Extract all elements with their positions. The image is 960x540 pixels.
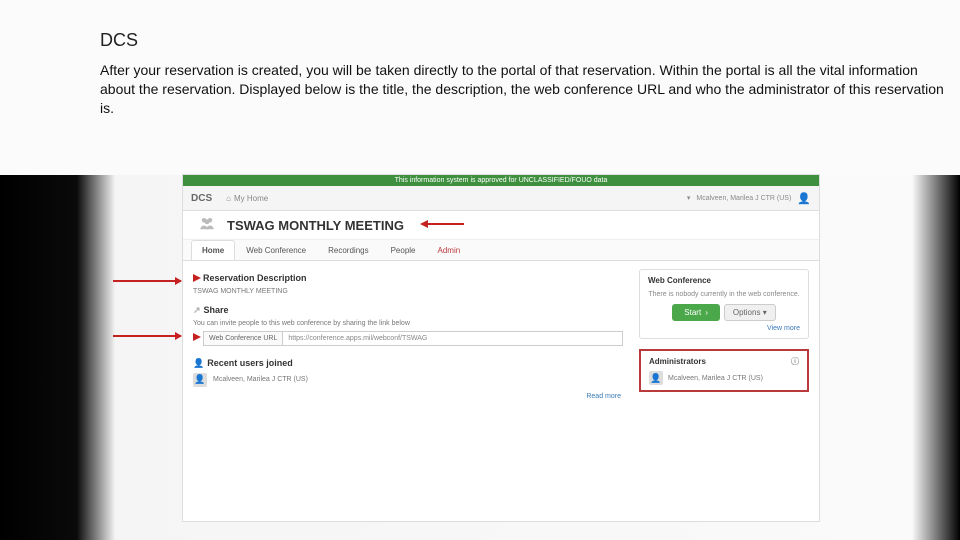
brand-logo[interactable]: DCS — [191, 193, 212, 204]
share-title: ↗Share — [193, 305, 623, 316]
meeting-title: TSWAG MONTHLY MEETING — [227, 218, 404, 233]
options-button[interactable]: Options ▾ — [724, 304, 776, 321]
recent-user-name: Mcalveen, Marilea J CTR (US) — [213, 376, 308, 383]
web-conference-card: Web Conference There is nobody currently… — [639, 269, 809, 339]
url-row: Web Conference URL https://conference.ap… — [193, 331, 623, 346]
classification-banner: This information system is approved for … — [183, 175, 819, 186]
url-label: Web Conference URL — [203, 331, 282, 346]
recent-user-row: 👤 Mcalveen, Marilea J CTR (US) — [193, 373, 623, 387]
user-menu[interactable]: ▾ Mcalveen, Marilea J CTR (US) 👤 — [687, 192, 811, 205]
user-icon: 👤 — [797, 192, 811, 205]
side-column: Web Conference There is nobody currently… — [639, 269, 809, 400]
reservation-desc-title: Reservation Description — [193, 273, 623, 284]
info-icon[interactable]: ⓘ — [791, 356, 799, 367]
annotation-arrow-inline — [193, 333, 201, 343]
home-icon: ⌂ — [226, 194, 231, 203]
current-user-name: Mcalveen, Marilea J CTR (US) — [696, 195, 791, 202]
share-desc: You can invite people to this web confer… — [193, 320, 623, 327]
avatar-icon: 👤 — [649, 371, 663, 385]
slide-heading: DCS — [100, 30, 948, 51]
tab-people[interactable]: People — [380, 240, 427, 260]
reservation-desc-label: Reservation Description — [203, 273, 307, 283]
start-button-label: Start — [684, 308, 701, 317]
admin-user-name: Mcalveen, Marilea J CTR (US) — [668, 375, 763, 382]
admin-user-row: 👤 Mcalveen, Marilea J CTR (US) — [649, 371, 799, 385]
tab-admin[interactable]: Admin — [427, 240, 472, 260]
dcs-screenshot: This information system is approved for … — [182, 174, 820, 522]
recent-users-title: 👤Recent users joined — [193, 358, 623, 369]
tab-home[interactable]: Home — [191, 240, 235, 260]
play-icon: › — [705, 308, 708, 317]
start-button[interactable]: Start › — [672, 304, 720, 321]
recent-users-label: Recent users joined — [207, 358, 293, 368]
webconf-card-title: Web Conference — [648, 276, 800, 285]
annotation-arrow-inline — [193, 274, 201, 284]
admins-title: Administrators — [649, 357, 706, 366]
administrators-card: Administrators ⓘ 👤 Mcalveen, Marilea J C… — [639, 349, 809, 392]
share-icon: ↗ — [193, 305, 201, 315]
annotation-arrow — [113, 335, 181, 337]
read-more-link[interactable]: Read more — [193, 393, 623, 400]
reservation-desc-value: TSWAG MONTHLY MEETING — [193, 288, 623, 295]
slide-paragraph: After your reservation is created, you w… — [100, 61, 948, 118]
group-icon — [195, 215, 221, 235]
view-more-link[interactable]: View more — [648, 325, 800, 332]
url-input[interactable]: https://conference.apps.mil/webconf/TSWA… — [282, 331, 623, 346]
nav-home-label: My Home — [234, 194, 268, 203]
options-button-label: Options — [733, 308, 761, 317]
main-column: Reservation Description TSWAG MONTHLY ME… — [193, 269, 623, 400]
webconf-empty-text: There is nobody currently in the web con… — [648, 291, 800, 298]
tab-recordings[interactable]: Recordings — [317, 240, 379, 260]
share-label: Share — [204, 305, 229, 315]
tab-web-conference[interactable]: Web Conference — [235, 240, 317, 260]
caret-down-icon: ▾ — [687, 194, 691, 202]
tab-bar: Home Web Conference Recordings People Ad… — [183, 240, 819, 261]
nav-home-link[interactable]: ⌂My Home — [226, 194, 268, 203]
top-navbar: DCS ⌂My Home ▾ Mcalveen, Marilea J CTR (… — [183, 186, 819, 211]
annotation-arrow-inline — [420, 220, 464, 230]
annotation-arrow — [113, 280, 181, 282]
avatar-icon: 👤 — [193, 373, 207, 387]
meeting-title-bar: TSWAG MONTHLY MEETING — [183, 211, 819, 240]
caret-down-icon: ▾ — [763, 308, 767, 317]
person-icon: 👤 — [193, 358, 204, 368]
